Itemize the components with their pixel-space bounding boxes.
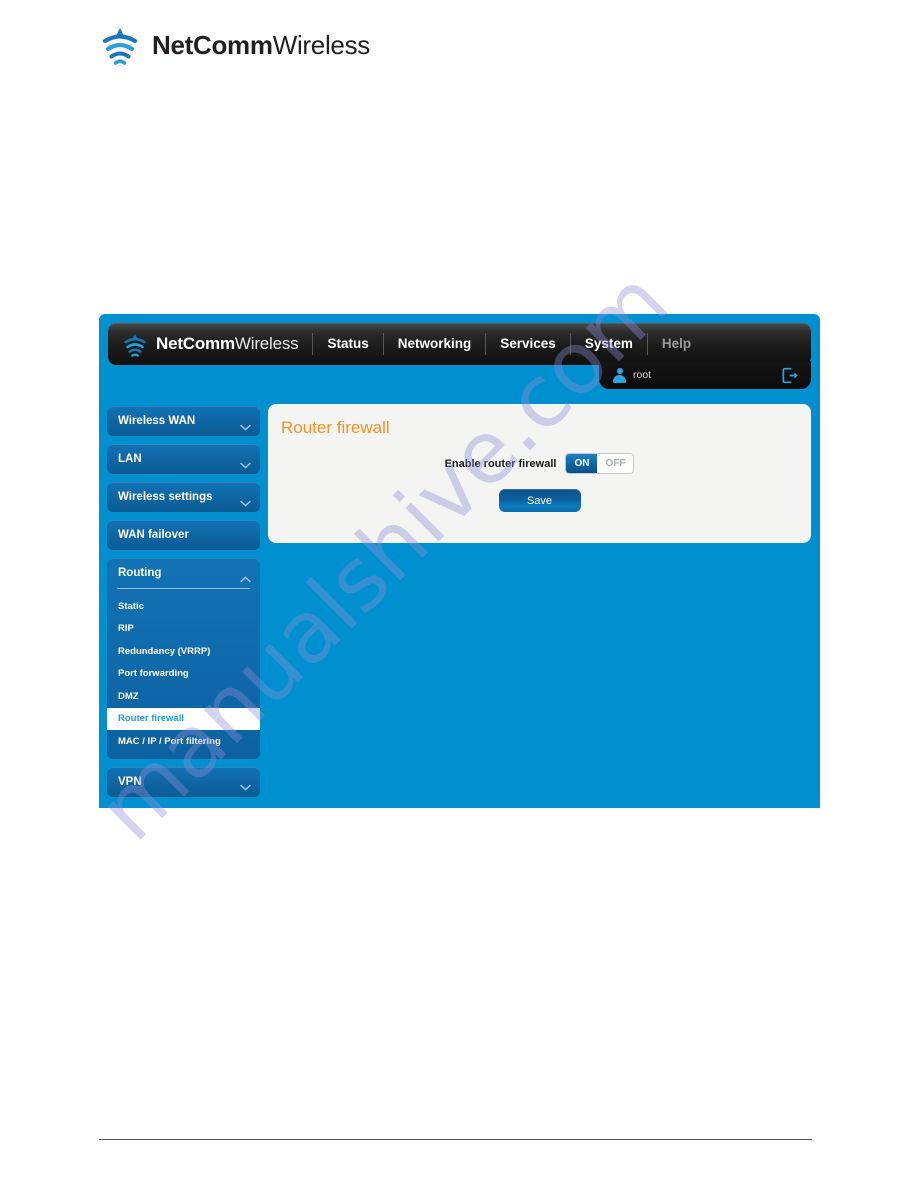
toggle-off-segment[interactable]: OFF: [597, 454, 634, 473]
sidebar-group-routing: Routing Static RIP Redundancy (VRRP) Por…: [107, 558, 260, 759]
sidebar-header-wireless-settings[interactable]: Wireless settings: [107, 482, 260, 512]
footer-divider: [99, 1139, 812, 1140]
user-icon: [613, 367, 626, 383]
sidebar-item-lan[interactable]: LAN: [107, 444, 260, 474]
logo-light-text: Wireless: [272, 29, 371, 60]
ui-header: NetCommWireless Status Networking Servic…: [108, 323, 811, 365]
ui-brand-bold: NetComm: [156, 334, 235, 353]
sidebar-item-wireless-wan[interactable]: Wireless WAN: [107, 406, 260, 436]
nav-divider: [312, 333, 314, 355]
sidebar-subitem-rip[interactable]: RIP: [107, 618, 260, 641]
logo-bold-text: NetComm: [152, 29, 273, 60]
chevron-down-icon: [240, 778, 251, 791]
sidebar-item-wan-failover[interactable]: WAN failover: [107, 520, 260, 550]
netcomm-wave-icon: [122, 332, 148, 357]
main-nav: Status Networking Services System Help: [312, 323, 705, 365]
document-logo: NetCommWireless: [99, 22, 370, 68]
sidebar-item-vpn[interactable]: VPN: [107, 766, 260, 797]
document-page: NetCommWireless NetCommWireless Status N…: [0, 0, 918, 1188]
ui-brand-text: NetCommWireless: [156, 334, 299, 354]
ui-brand-light: Wireless: [234, 334, 299, 353]
document-logo-text: NetCommWireless: [152, 30, 370, 61]
sidebar-subitem-redundancy-vrrp[interactable]: Redundancy (VRRP): [107, 640, 260, 663]
sidebar-subitem-port-forwarding[interactable]: Port forwarding: [107, 663, 260, 686]
sidebar-label-wan-failover: WAN failover: [118, 529, 189, 541]
sidebar-subitem-mac-ip-port-filtering[interactable]: MAC / IP / Port filtering: [107, 730, 260, 753]
sidebar-subitem-static[interactable]: Static: [107, 595, 260, 618]
username-label: root: [633, 369, 652, 381]
nav-item-networking[interactable]: Networking: [384, 323, 486, 365]
toggle-on-segment[interactable]: ON: [566, 454, 598, 473]
nav-item-system[interactable]: System: [571, 323, 647, 365]
sidebar-item-wireless-settings[interactable]: Wireless settings: [107, 482, 260, 512]
sidebar-header-vpn[interactable]: VPN: [107, 766, 260, 797]
sidebar-label-wireless-settings: Wireless settings: [118, 491, 213, 503]
sidebar-subitem-router-firewall[interactable]: Router firewall: [107, 707, 260, 730]
sidebar-label-routing: Routing: [118, 567, 162, 579]
nav-divider: [382, 333, 384, 355]
chevron-down-icon: [240, 418, 251, 431]
chevron-up-icon: [240, 570, 251, 582]
sidebar-header-routing[interactable]: Routing: [107, 558, 260, 588]
enable-router-firewall-toggle[interactable]: ON OFF: [565, 453, 635, 474]
sidebar-item-routing: Routing Static RIP Redundancy (VRRP) Por…: [107, 558, 260, 759]
firewall-form-row: Enable router firewall ON OFF: [268, 453, 811, 474]
sidebar-subitem-dmz[interactable]: DMZ: [107, 685, 260, 708]
nav-item-services[interactable]: Services: [486, 323, 570, 365]
ui-brand: NetCommWireless: [108, 332, 312, 357]
page-title: Router firewall: [281, 418, 390, 437]
enable-router-firewall-label: Enable router firewall: [444, 457, 557, 470]
chevron-down-icon: [240, 456, 251, 469]
save-row: Save: [268, 489, 811, 512]
user-info: root: [613, 367, 652, 383]
sidebar: Wireless WAN LAN Wireless settings WAN f…: [107, 406, 260, 805]
nav-item-status[interactable]: Status: [313, 323, 382, 365]
sidebar-label-vpn: VPN: [118, 775, 142, 788]
sidebar-submenu-routing: Static RIP Redundancy (VRRP) Port forwar…: [107, 589, 260, 759]
nav-divider: [485, 333, 487, 355]
nav-item-help[interactable]: Help: [648, 323, 705, 365]
chevron-down-icon: [240, 494, 251, 507]
save-button[interactable]: Save: [498, 489, 581, 512]
sidebar-label-lan: LAN: [118, 453, 142, 465]
nav-divider: [569, 333, 571, 355]
content-panel: Router firewall Enable router firewall O…: [268, 404, 811, 543]
nav-divider: [646, 333, 648, 355]
sidebar-header-wan-failover[interactable]: WAN failover: [107, 520, 260, 550]
router-admin-ui: NetCommWireless Status Networking Servic…: [99, 314, 820, 808]
sidebar-label-wireless-wan: Wireless WAN: [118, 415, 196, 427]
user-bar: root: [599, 361, 811, 389]
sidebar-header-lan[interactable]: LAN: [107, 444, 260, 474]
sidebar-header-wireless-wan[interactable]: Wireless WAN: [107, 406, 260, 436]
netcomm-wave-icon: [99, 25, 141, 65]
logout-icon[interactable]: [782, 367, 799, 384]
